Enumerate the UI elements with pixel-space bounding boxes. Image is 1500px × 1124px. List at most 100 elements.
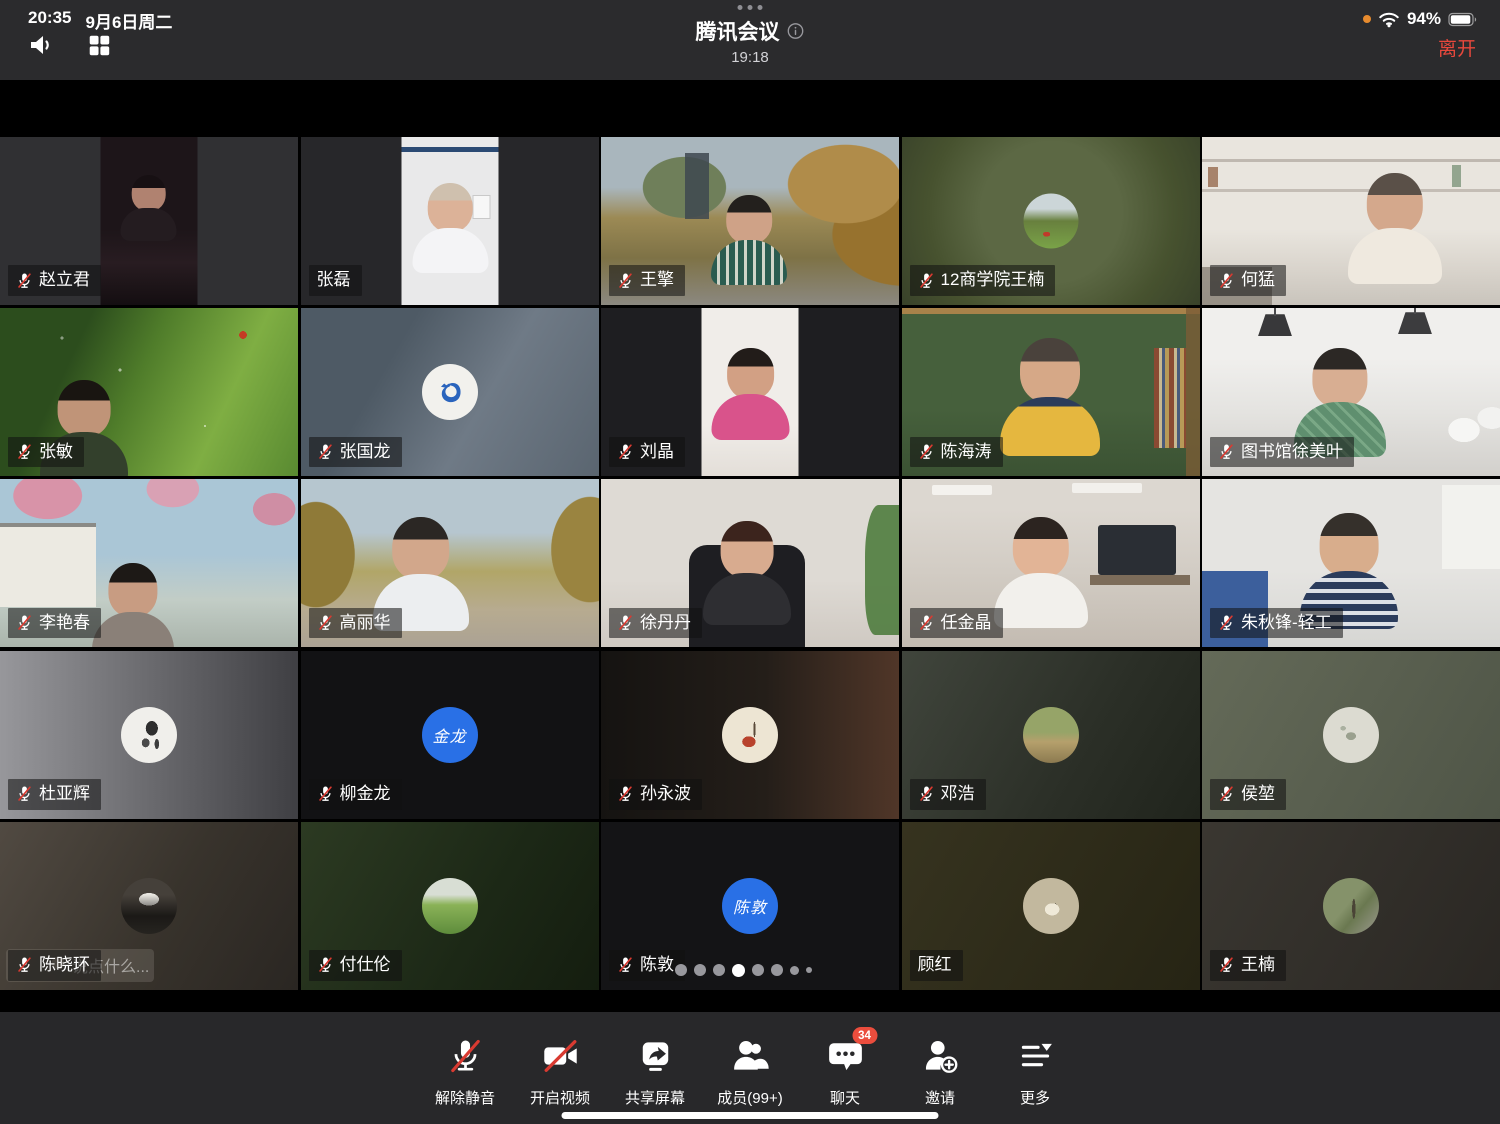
battery-percent: 94% <box>1407 9 1441 29</box>
participant-name: 邓浩 <box>941 784 975 804</box>
avatar: 金龙 <box>422 707 478 763</box>
participant-name-badge: 张敏 <box>8 437 84 468</box>
participant-name-badge: 付仕伦 <box>309 950 402 981</box>
participant-tile[interactable]: 王擎 <box>601 137 899 305</box>
participant-name-badge: 赵立君 <box>8 265 101 296</box>
start-video-button[interactable]: 开启视频 <box>513 1034 608 1108</box>
muted-mic-icon <box>617 785 634 802</box>
participant-name-badge: 刘晶 <box>609 437 685 468</box>
participant-name-badge: 张国龙 <box>309 437 402 468</box>
participant-name: 王擎 <box>640 270 674 290</box>
participant-tile[interactable]: 顾红 <box>902 822 1200 990</box>
muted-mic-icon <box>617 956 634 973</box>
participant-name: 陈敦 <box>640 955 674 975</box>
participant-tile[interactable]: 付仕伦 <box>301 822 599 990</box>
meeting-info-icon[interactable] <box>787 22 805 40</box>
video-scene <box>101 137 198 305</box>
more-button[interactable]: 更多 <box>988 1034 1083 1108</box>
muted-mic-icon <box>1218 956 1235 973</box>
pagination-dot[interactable] <box>752 964 764 976</box>
pagination-dot[interactable] <box>694 964 706 976</box>
participant-tile[interactable]: 李艳春 <box>0 479 298 647</box>
muted-mic-icon <box>1218 614 1235 631</box>
muted-mic-icon <box>1218 785 1235 802</box>
pagination-dot[interactable] <box>790 966 799 975</box>
share-screen-button[interactable]: 共享屏幕 <box>608 1034 703 1108</box>
status-clock: 20:35 9月6日周二 <box>28 8 172 33</box>
meeting-duration: 19:18 <box>731 49 769 66</box>
muted-mic-icon <box>1218 443 1235 460</box>
muted-mic-icon <box>918 272 935 289</box>
bottom-toolbar: 解除静音 开启视频 共享屏幕 成员(99+) <box>0 1012 1500 1124</box>
unmute-button[interactable]: 解除静音 <box>418 1034 513 1108</box>
participant-tile[interactable]: 张磊 <box>301 137 599 305</box>
camera-off-icon <box>538 1034 582 1078</box>
pagination-dots[interactable] <box>675 964 812 977</box>
home-indicator[interactable] <box>562 1112 939 1119</box>
participant-name: 陈晓环 <box>39 955 90 975</box>
toolbar-label: 开启视频 <box>530 1087 590 1108</box>
participant-name: 张磊 <box>317 270 351 290</box>
participant-name-badge: 图书馆徐美叶 <box>1210 437 1354 468</box>
participant-name: 刘晶 <box>640 442 674 462</box>
participant-tile[interactable]: 邓浩 <box>902 651 1200 819</box>
participant-name: 赵立君 <box>39 270 90 290</box>
participant-name: 朱秋锋-轻工 <box>1241 613 1332 633</box>
muted-mic-icon <box>16 956 33 973</box>
pagination-dot[interactable] <box>675 964 687 976</box>
toolbar-label: 共享屏幕 <box>625 1087 685 1108</box>
leave-button[interactable]: 离开 <box>1438 34 1476 61</box>
participant-tile[interactable]: 孙永波 <box>601 651 899 819</box>
chat-icon: 34 <box>823 1034 867 1078</box>
participant-tile[interactable]: 12商学院王楠 <box>902 137 1200 305</box>
pagination-dot[interactable] <box>713 964 725 976</box>
participant-tile[interactable]: 侯堃 <box>1202 651 1500 819</box>
participant-tile[interactable]: 图书馆徐美叶 <box>1202 308 1500 476</box>
participant-tile[interactable]: 刘晶 <box>601 308 899 476</box>
pagination-dot[interactable] <box>806 967 812 973</box>
participant-tile[interactable]: 王楠 <box>1202 822 1500 990</box>
participant-tile[interactable]: 何猛 <box>1202 137 1500 305</box>
participant-tile[interactable]: 任金晶 <box>902 479 1200 647</box>
participant-tile[interactable]: 朱秋锋-轻工 <box>1202 479 1500 647</box>
muted-mic-icon <box>317 956 334 973</box>
video-scene <box>702 308 799 476</box>
avatar <box>722 707 778 763</box>
participant-name-badge: 陈敦 <box>609 950 685 981</box>
participant-tile[interactable]: 高丽华 <box>301 479 599 647</box>
participant-name-badge: 高丽华 <box>309 608 402 639</box>
participant-tile[interactable]: 张敏 <box>0 308 298 476</box>
participant-tile[interactable]: 金龙 柳金龙 <box>301 651 599 819</box>
chat-button[interactable]: 34 聊天 <box>798 1034 893 1108</box>
participant-tile[interactable]: 陈海涛 <box>902 308 1200 476</box>
invite-button[interactable]: 邀请 <box>893 1034 988 1108</box>
wave-dragon-logo-icon <box>431 373 469 411</box>
participant-tile[interactable]: 说点什么... 陈晓环 <box>0 822 298 990</box>
toolbar-label: 成员(99+) <box>717 1087 782 1108</box>
muted-mic-icon <box>317 443 334 460</box>
participant-tile[interactable]: 赵立君 <box>0 137 298 305</box>
participant-tile[interactable]: 张国龙 <box>301 308 599 476</box>
participant-name: 王楠 <box>1241 955 1275 975</box>
participant-name: 侯堃 <box>1241 784 1275 804</box>
participant-tile[interactable]: 陈敦 陈敦 <box>601 822 899 990</box>
layout-grid-button[interactable] <box>84 32 114 62</box>
participant-name-badge: 孙永波 <box>609 779 702 810</box>
muted-mic-icon <box>16 443 33 460</box>
chat-unread-badge: 34 <box>852 1027 877 1044</box>
participant-name: 高丽华 <box>340 613 391 633</box>
toolbar-label: 聊天 <box>830 1087 860 1108</box>
participant-name-badge: 徐丹丹 <box>609 608 702 639</box>
participant-tile[interactable]: 杜亚辉 <box>0 651 298 819</box>
members-button[interactable]: 成员(99+) <box>703 1034 798 1108</box>
participant-name: 图书馆徐美叶 <box>1241 442 1343 462</box>
pagination-dot[interactable] <box>732 964 745 977</box>
battery-icon <box>1448 12 1478 27</box>
participant-tile[interactable]: 徐丹丹 <box>601 479 899 647</box>
speaker-icon <box>27 31 55 64</box>
participant-name-badge: 何猛 <box>1210 265 1286 296</box>
avatar <box>1323 707 1379 763</box>
speaker-output-button[interactable] <box>26 32 56 62</box>
participant-name-badge: 陈晓环 <box>8 950 101 981</box>
pagination-dot[interactable] <box>771 964 783 976</box>
